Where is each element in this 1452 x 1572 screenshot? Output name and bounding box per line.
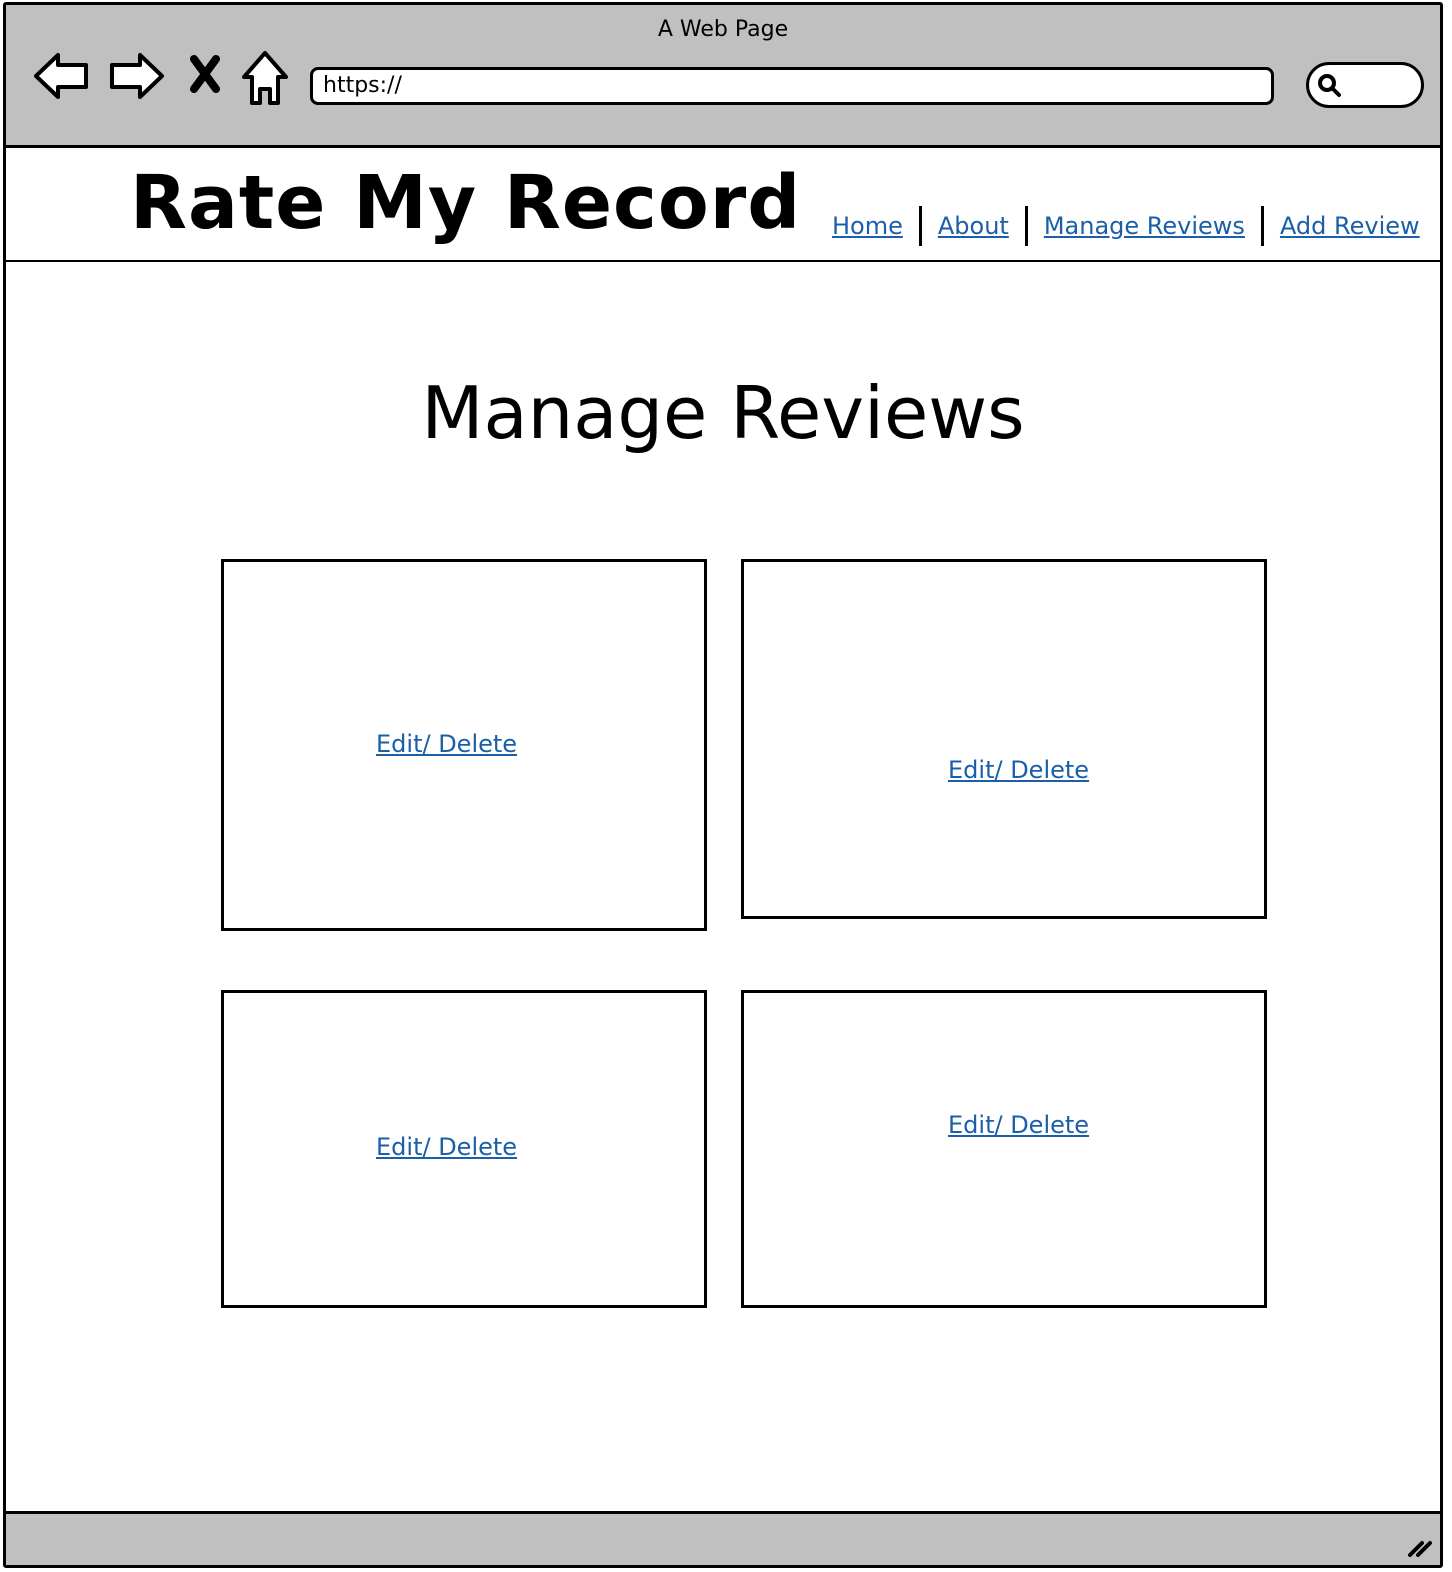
nav-link-home[interactable]: Home (832, 212, 903, 240)
browser-window: A Web Page https:// Rate My Record Home … (3, 2, 1443, 1568)
search-icon (1318, 74, 1341, 97)
review-card: Edit/ Delete (221, 990, 707, 1308)
site-logo[interactable]: Rate My Record (130, 160, 801, 246)
nav-divider (1024, 206, 1028, 246)
back-arrow-icon[interactable] (32, 45, 94, 107)
nav-divider (1260, 206, 1264, 246)
page-title: Manage Reviews (421, 371, 1025, 455)
nav-divider (918, 206, 922, 246)
browser-toolbar: A Web Page https:// (6, 5, 1440, 148)
nav-link-about[interactable]: About (938, 212, 1009, 240)
home-icon[interactable] (234, 45, 296, 107)
close-icon[interactable] (180, 45, 242, 107)
window-title: A Web Page (657, 17, 789, 42)
edit-delete-link[interactable]: Edit/ Delete (376, 730, 517, 758)
nav-link-manage-reviews[interactable]: Manage Reviews (1044, 212, 1245, 240)
review-card: Edit/ Delete (741, 559, 1267, 919)
site-header: Rate My Record Home About Manage Reviews… (6, 148, 1440, 262)
nav-link-add-review[interactable]: Add Review (1280, 212, 1420, 240)
browser-status-bar (6, 1511, 1440, 1565)
resize-grip-icon[interactable] (1404, 1529, 1434, 1559)
review-card: Edit/ Delete (221, 559, 707, 931)
edit-delete-link[interactable]: Edit/ Delete (376, 1133, 517, 1161)
edit-delete-link[interactable]: Edit/ Delete (948, 1111, 1089, 1139)
forward-arrow-icon[interactable] (104, 45, 166, 107)
edit-delete-link[interactable]: Edit/ Delete (948, 756, 1089, 784)
browser-search-field[interactable] (1306, 62, 1424, 108)
review-card: Edit/ Delete (741, 990, 1267, 1308)
site-nav: Home About Manage Reviews Add Review (832, 206, 1420, 246)
url-input[interactable]: https:// (310, 67, 1274, 105)
